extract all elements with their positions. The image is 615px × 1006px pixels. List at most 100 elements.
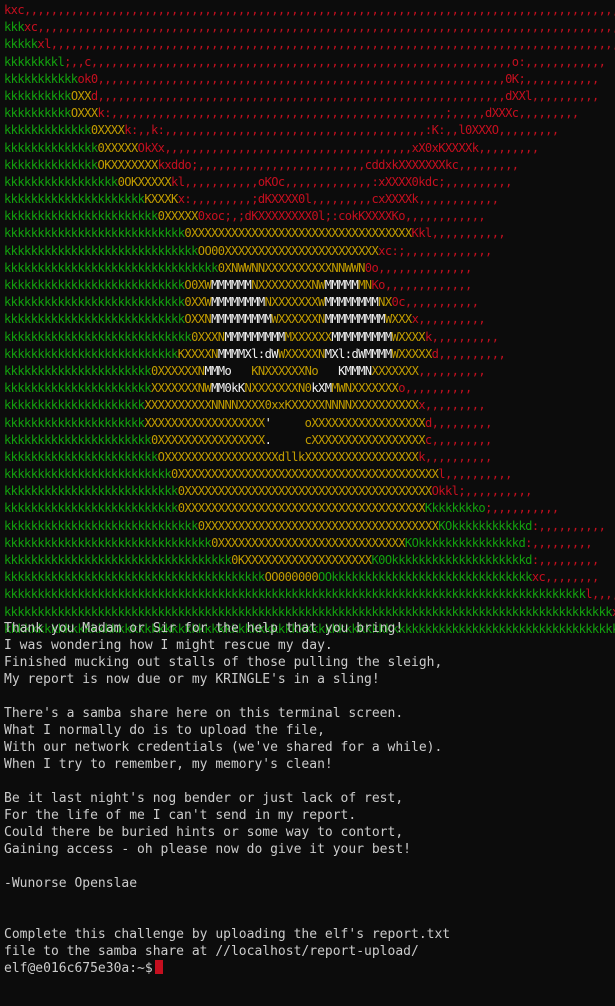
terminal-text-line: Gaining access - oh please now do give i… (4, 842, 411, 857)
ascii-art-segment: kkkkkkkkkkkkkkkkkkkkkkkkkkk (4, 312, 185, 327)
ascii-art-segment: 0XXXXXXXXXXXXXXXXXXXXXXXXXXXXXXXXX (184, 226, 412, 241)
ascii-art-segment: 0XXXXXXXXXXXXXXXXXXXXXXXXXXXXXXXXXXXX (177, 501, 426, 516)
terminal-text-line (4, 688, 450, 705)
terminal-text-line: file to the samba share at //localhost/r… (4, 944, 419, 959)
ascii-art-segment: XXXXXXXNW (150, 381, 212, 396)
text-cursor[interactable] (154, 960, 163, 974)
ascii-art-segment: kkkkkkkkkkkkkkkkkkkkk (4, 192, 145, 207)
ascii-art-segment: c,,,,,,,,, (424, 432, 492, 447)
ascii-art-segment: kkkkkkkkkkkkkkkkkkkkkkkkkkkkk (4, 518, 198, 533)
ascii-art-segment: KXXXXN (177, 346, 219, 361)
ascii-art-line: kkkkkxl,,,,,,,,,,,,,,,,,,,,,,,,,,,,,,,,,… (4, 36, 615, 53)
ascii-art-segment: . (264, 432, 305, 447)
command-prompt-line[interactable]: elf@e016c675e30a:~$ (4, 960, 450, 977)
ascii-art-line: kkkkkkkkkkkkkk0XXXXXOkXx,,,,,,,,,,,,,,,,… (4, 140, 615, 157)
ascii-art-line: kkkkkkkkkkkkkkkkkkkkkKXXXKx:,,,,,,,,,;dK… (4, 191, 615, 208)
terminal-text-line: I was wondering how I might rescue my da… (4, 638, 333, 653)
ascii-art-segment: MMMo (204, 363, 252, 378)
ascii-art-segment: 0XNWWNNXXXXXXXXXXNNWWN (217, 260, 366, 275)
ascii-art-segment: Kkl,,,,,,,,,,, (411, 226, 506, 241)
ascii-art-segment: 0XXXXXXN (150, 363, 205, 378)
ascii-art-segment: 0xoc;,;dKXXXXXXXX0l;:cokKXXXXKo,,,,,,,,,… (197, 209, 486, 224)
ascii-art-segment: kkkkkkkkkkkkkkkkkkkkkkkkkkkkkkkkkk (4, 553, 232, 567)
ascii-art-segment: kkkkkkkkkkkkkkkkk (4, 174, 118, 189)
ascii-art-segment: WXXXX (391, 329, 426, 344)
ascii-art-segment: Ko,,,,,,,,,,,,, (371, 278, 473, 292)
shell-prompt: elf@e016c675e30a:~$ (4, 961, 153, 976)
ascii-art-line: kkkkkkkkkkkkkkkkkkkkkkkkkk0XXXXXXXXXXXXX… (4, 500, 615, 517)
ascii-art-line: kkkkkkkkkkkkkkkkkkkkkkkkk0XXXXXXXXXXXXXX… (4, 466, 615, 483)
ascii-art-segment: WXXX (384, 312, 412, 327)
ascii-art-segment: MXXXXXX (284, 329, 332, 344)
ascii-art-line: kkkkkkkkkkkkkkkkkkkkkkkkkkkkkkkk0XNWWNNX… (4, 260, 615, 277)
terminal-text-line: Complete this challenge by uploading the… (4, 927, 451, 942)
ascii-art-segment: KOkkkkkkkkkkkd (438, 518, 532, 533)
ascii-art-segment: :,,,,,,,,, (525, 535, 592, 550)
ascii-art-segment: kkkkkkkkkkkkkkkkkkkkkkkkkkkk (4, 329, 192, 344)
ascii-art-segment: kkkkkkkkkkk (4, 71, 78, 86)
ascii-art-segment: XXXXXXXXXXNNNNXXXX0xxKXXXXXNNNNXXXXXXXXX… (144, 398, 419, 413)
ascii-art-segment: kkkkkkkkkkkkkkkkkkkkkkkkkkkkkkkkkkkkkkkk… (4, 604, 613, 619)
terminal-window[interactable]: kxc,,,,,,,,,,,,,,,,,,,,,,,,,,,,,,,,,,,,,… (0, 0, 615, 1006)
ascii-art-segment: :,,,,,,,,,, (531, 518, 606, 533)
ascii-art-segment: kkkkkkkkkkkkkkkkkkkkkkkkkkkkk (4, 243, 198, 258)
ascii-art-segment: Okkl;,,,,,,,,,, (431, 484, 533, 499)
ascii-art-segment: 0XXXXXXXXXXXXXXXXXXXXXXXXXXXXXXXXXXX (197, 518, 439, 533)
ascii-art-segment: kkkkkkkkkk (4, 106, 71, 121)
ascii-art-segment: xc,,,,,,,,,,,,,,,,,,,,,,,,,,,,,,,,,,,,,,… (24, 20, 615, 35)
ascii-art-segment: MMMMMMMM (211, 295, 265, 310)
ascii-art-segment: NXXXXXXXXNW (251, 278, 325, 292)
terminal-text-line: Be it last night's nog bender or just la… (4, 791, 404, 806)
ascii-art-segment: 0KXXXXXXXXXXXXXXXXXXX (231, 553, 372, 567)
ascii-art-line: kkkkkkkkkkkkkkkkkkkkkXXXXXXXXXXNNNNXXXX0… (4, 397, 615, 414)
ascii-art-segment: kkkkkkkkkkkkkkkkkkkkkkkkkkk (4, 226, 185, 241)
ascii-art-line: kkkxc,,,,,,,,,,,,,,,,,,,,,,,,,,,,,,,,,,,… (4, 19, 615, 36)
ascii-art-segment: XXXXXXXXXXXXXXXXXX (144, 415, 265, 430)
ascii-art-segment: x,,,,,,,,,, (411, 312, 486, 327)
ascii-art-segment: 0XXXXXXXXXXXXXXXXXXXXXXXXXXXXXXXXXXXXX (177, 484, 432, 499)
ascii-art-segment: x,,,,,,,,, (418, 398, 486, 413)
ascii-art-segment: Kkkkkkkko (424, 501, 486, 516)
ascii-art-segment: OXXN (184, 312, 212, 327)
ascii-art-line: kkkkkkkkkkkkkkkkkkkkkkkkkkkkkkkkkkkkkkkO… (4, 569, 615, 586)
ascii-art-segment: MMMMMMMMM (211, 312, 272, 327)
ascii-art-segment: MXl:dWMMMM (324, 346, 392, 361)
ascii-art-line: kkkkkkkkkkkkkkkkkkkkkkkkkkk0XXWMMMMMMMMN… (4, 294, 615, 311)
ascii-art-segment: WXXXXXN (277, 346, 325, 361)
ascii-art-segment: k,,,,,,,,,, (418, 449, 492, 464)
ascii-art-segment: k,,,,,,,,,, (424, 329, 499, 344)
ascii-art-segment: 0o,,,,,,,,,,,,,, (364, 260, 473, 275)
terminal-text-line: Thank you Madam or Sir for the help that… (4, 621, 404, 636)
terminal-text-line: What I normally do is to upload the file… (4, 723, 325, 738)
ascii-art-segment: MMMMM (324, 278, 359, 292)
ascii-art-segment: KXXXK (144, 192, 178, 207)
ascii-art-segment: MWNXXXXXXX (331, 381, 399, 396)
ascii-art-segment: kkkkkkkkkkkkkkkkkkkkkkkkkkk (4, 295, 185, 310)
ascii-art-segment: kkkkkkkkkkkkkkkkkkkkkkkkkk (4, 501, 178, 516)
ascii-art-line: kkkkkkkkkkkkkkkkkkkkkXXXXXXXXXXXXXXXXXX'… (4, 415, 615, 432)
terminal-text-line: With our network credentials (we've shar… (4, 740, 443, 755)
terminal-text-line: There's a samba share here on this termi… (4, 706, 404, 721)
terminal-text-line: -Wunorse Openslae (4, 876, 138, 891)
ascii-art-segment: OO00XXXXXXXXXXXXXXXXXXXXXXX (197, 243, 379, 258)
ascii-art-segment: 0XXXX (90, 123, 125, 138)
ascii-art-segment: MMMMXl:dW (217, 346, 279, 361)
ascii-art-segment: kkkkkkkkkkkkkkkkkkkkkk (4, 432, 152, 447)
ascii-art-segment: XXXXXXX (371, 363, 419, 378)
ascii-art-segment: o,,,,,,,,,, (398, 381, 472, 396)
ascii-art-line: kkkkkkkkkkkkkkkkkkkkkkkkkkkO0XWMMMMMMNXX… (4, 277, 615, 294)
ascii-art-segment: kxc,,,,,,,,,,,,,,,,,,,,,,,,,,,,,,,,,,,,,… (4, 3, 615, 17)
ascii-art-segment: OXXXXXXXXXXXXXXXXXdllkXXXXXXXXXXXXXXXXX (157, 449, 419, 464)
ascii-art-segment: kkkkkkkkkkkkkkkkkkkkkkkkkk (4, 484, 178, 499)
ascii-art-segment: MMMMMMMMM (331, 329, 392, 344)
ascii-art-line: kkkkkkkkkkkkkkkkkkkkkkkkkkkkk0XXXXXXXXXX… (4, 518, 615, 535)
ascii-art-segment: xl,,,,,,,,,,,,,,,,,,,,,,,,,,,,,,,,,,,,,,… (37, 37, 615, 52)
ascii-art-segment: kkkkkkkkl (4, 54, 65, 69)
terminal-output: Thank you Madam or Sir for the help that… (4, 620, 450, 977)
ascii-art-segment: k:,,k:,,,,,,,,,,,,,,,,,,,,,,,,,,,,,,,,,,… (124, 123, 559, 138)
ascii-art-segment: kkkkkkkkkkkkkkkkkkkkkkk (4, 209, 158, 224)
ascii-art-segment: MMMMMMMMM (224, 329, 285, 344)
ascii-art-segment: kkkkkkkkkkkkkkkkkkkkkkk (4, 449, 158, 464)
ascii-art-line: kkkkkkkkkkkok0,,,,,,,,,,,,,,,,,,,,,,,,,,… (4, 71, 615, 88)
ascii-art-banner: kxc,,,,,,,,,,,,,,,,,,,,,,,,,,,,,,,,,,,,,… (4, 2, 615, 638)
